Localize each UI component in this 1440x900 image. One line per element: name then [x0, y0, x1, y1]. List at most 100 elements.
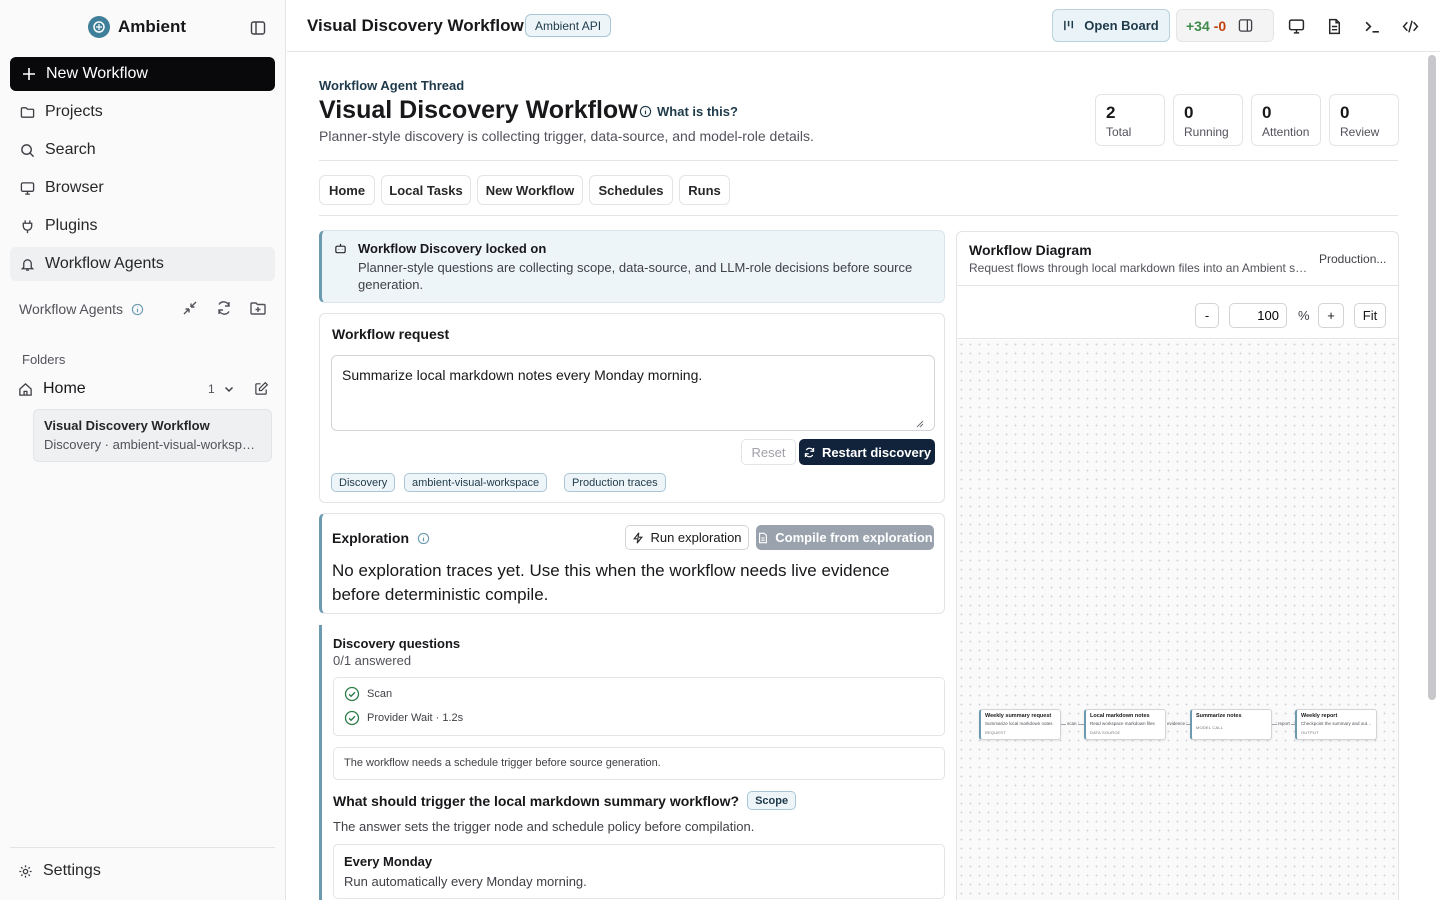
zoom-unit: %	[1298, 308, 1310, 323]
sidebar-item-label: Workflow Agents	[45, 255, 164, 272]
diagram-zoom-toolbar: - % + Fit	[957, 287, 1398, 339]
discovery-answered-count: 0/1 answered	[333, 653, 412, 668]
refresh-icon[interactable]	[214, 298, 234, 318]
stat-running: 0 Running	[1173, 94, 1243, 146]
restart-discovery-button[interactable]: Restart discovery	[799, 439, 935, 465]
sidebar-item-label: Projects	[45, 103, 103, 120]
restart-label: Restart discovery	[821, 444, 932, 460]
diagram-header: Workflow Diagram Request flows through l…	[957, 232, 1398, 286]
sidebar-item-plugins[interactable]: Plugins	[10, 209, 275, 243]
exploration-empty-message: No exploration traces yet. Use this when…	[332, 561, 890, 604]
workflow-request-input[interactable]: Summarize local markdown notes every Mon…	[331, 355, 935, 431]
resize-handle-icon[interactable]	[916, 420, 924, 428]
tag-chip: ambient-visual-workspace	[404, 473, 548, 492]
diagram-subtitle: Request flows through local markdown fil…	[969, 261, 1309, 275]
edge-label: report	[1277, 721, 1291, 726]
ambient-logo-icon	[88, 16, 110, 38]
diagram-node-output[interactable]: Weekly report Checkpoint the summary and…	[1295, 709, 1377, 740]
diagram-mode[interactable]: Production...	[1319, 252, 1386, 266]
zoom-input[interactable]	[1229, 303, 1287, 328]
gear-icon	[19, 864, 32, 878]
divider	[319, 215, 1398, 216]
diagram-node-data-source[interactable]: Local markdown notes Read workspace mark…	[1084, 709, 1166, 740]
info-icon[interactable]	[417, 532, 430, 545]
page-subtitle: Planner-style discovery is collecting tr…	[319, 128, 814, 144]
bell-icon	[20, 258, 35, 271]
page-title: Visual Discovery Workflow	[319, 96, 638, 124]
sidebar-item-browser[interactable]: Browser	[10, 171, 275, 205]
plug-icon	[22, 219, 33, 233]
monitor-icon[interactable]	[1286, 16, 1306, 36]
new-folder-icon[interactable]	[248, 298, 268, 318]
reset-button[interactable]: Reset	[741, 439, 796, 465]
tag-chip: Production traces	[564, 473, 666, 492]
banner-description: Planner-style questions are collecting s…	[358, 260, 913, 292]
toggle-sidebar-icon[interactable]	[248, 18, 268, 38]
new-workflow-button[interactable]: New Workflow	[10, 57, 275, 91]
chevron-down-icon[interactable]	[223, 383, 235, 395]
home-icon	[19, 382, 32, 396]
brand-name: Ambient	[118, 17, 186, 36]
stat-label: Attention	[1262, 125, 1310, 139]
run-exploration-button[interactable]: Run exploration	[625, 525, 749, 550]
code-icon[interactable]	[1400, 16, 1420, 36]
folders-label: Folders	[22, 352, 66, 367]
tab-runs[interactable]: Runs	[679, 175, 730, 205]
diagram-node-model-call[interactable]: Summarize notes MODEL CALL	[1190, 709, 1272, 740]
info-icon	[639, 105, 652, 118]
diagram-canvas[interactable]: Weekly summary request Summarize local m…	[957, 340, 1398, 900]
exploration-title-text: Exploration	[332, 530, 410, 546]
main-scrollbar[interactable]	[1428, 55, 1436, 700]
api-badge: Ambient API	[525, 14, 612, 37]
stat-label: Review	[1340, 125, 1380, 139]
step-item: Scan	[344, 686, 392, 702]
sidebar-item-projects[interactable]: Projects	[10, 95, 275, 129]
sidebar: Ambient New Workflow Projects Search Bro…	[0, 0, 286, 900]
zoom-out-button[interactable]: -	[1195, 303, 1219, 328]
workflow-list-item[interactable]: Visual Discovery Workflow Discovery · am…	[33, 409, 272, 462]
file-icon	[759, 532, 768, 543]
sidebar-item-label: Search	[45, 141, 96, 158]
thread-eyebrow: Workflow Agent Thread	[319, 78, 465, 93]
workflow-request-card: Workflow request Summarize local markdow…	[319, 313, 945, 503]
workflow-item-subtitle: Discovery · ambient-visual-workspace	[44, 437, 261, 452]
settings-button[interactable]: Settings	[18, 862, 101, 880]
panel-toggle-icon[interactable]	[1238, 18, 1253, 33]
terminal-icon[interactable]	[1362, 16, 1382, 36]
diagram-node-request[interactable]: Weekly summary request Summarize local m…	[979, 709, 1061, 740]
document-icon[interactable]	[1324, 16, 1344, 36]
brand[interactable]: Ambient	[88, 16, 186, 38]
tab-schedules[interactable]: Schedules	[589, 175, 673, 205]
tab-local-tasks[interactable]: Local Tasks	[381, 175, 471, 205]
info-icon[interactable]	[131, 303, 144, 316]
folder-label: Home	[43, 380, 86, 397]
edit-icon[interactable]	[254, 381, 269, 396]
tab-new-workflow[interactable]: New Workflow	[477, 175, 583, 205]
exploration-title: Exploration	[332, 530, 430, 546]
stat-label: Running	[1184, 125, 1229, 139]
workflow-item-title: Visual Discovery Workflow	[44, 418, 210, 433]
answer-option[interactable]: Every Monday Run automatically every Mon…	[333, 844, 945, 899]
compile-from-exploration-button[interactable]: Compile from exploration	[756, 525, 934, 550]
refresh-icon	[804, 447, 815, 457]
folder-home[interactable]: Home 1	[18, 378, 270, 400]
banner-title: Workflow Discovery locked on	[358, 241, 547, 256]
compile-label: Compile from exploration	[775, 530, 933, 545]
what-is-this-link[interactable]: What is this?	[639, 104, 738, 119]
window-title: Visual Discovery Workflow	[307, 16, 524, 35]
open-board-button[interactable]: Open Board	[1052, 9, 1170, 42]
option-title: Every Monday	[344, 854, 433, 869]
fit-button[interactable]: Fit	[1354, 303, 1386, 328]
tab-home[interactable]: Home	[319, 175, 375, 205]
collapse-all-icon[interactable]	[180, 298, 200, 318]
diff-counter[interactable]: +34 -0	[1176, 9, 1274, 42]
node-title: Local markdown notes	[1090, 713, 1150, 719]
stat-value: 2	[1106, 103, 1116, 122]
zoom-in-button[interactable]: +	[1318, 303, 1344, 328]
diff-additions: +34	[1186, 17, 1210, 34]
stat-attention: 0 Attention	[1251, 94, 1321, 146]
sidebar-item-search[interactable]: Search	[10, 133, 275, 167]
workflow-diagram-panel: Workflow Diagram Request flows through l…	[956, 231, 1399, 900]
bot-icon	[335, 243, 346, 254]
sidebar-item-workflow-agents[interactable]: Workflow Agents	[10, 247, 275, 281]
